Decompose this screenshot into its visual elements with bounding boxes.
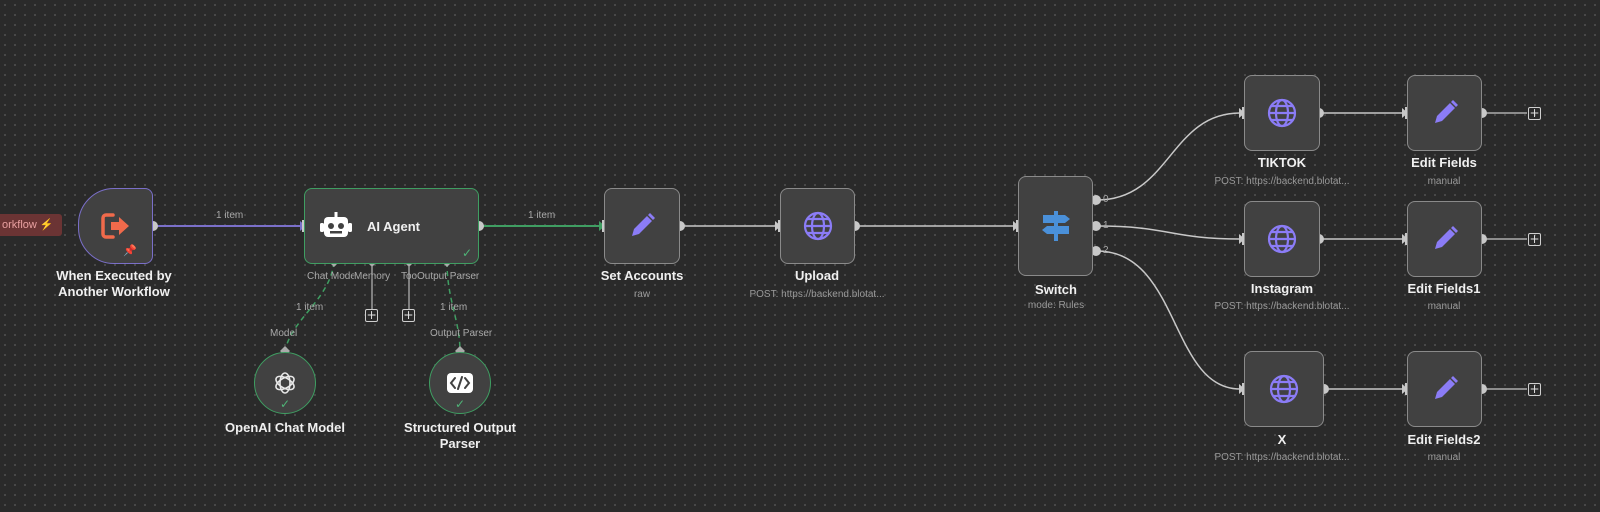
port-chat-model: Chat Model <box>307 271 354 282</box>
code-brackets-icon <box>447 373 473 393</box>
edit-fields2-subtitle: manual <box>1427 452 1461 463</box>
edit-fields-title: Edit Fields <box>1411 155 1477 170</box>
port-memory: Memory <box>354 271 391 282</box>
node-set-accounts[interactable] <box>604 188 680 264</box>
node-upload[interactable] <box>780 188 855 264</box>
port-tool: Tool <box>401 271 417 282</box>
set-accounts-title: Set Accounts <box>600 268 684 283</box>
instagram-title: Instagram <box>1250 281 1314 296</box>
upload-title: Upload <box>794 268 840 283</box>
pin-icon: 📌 <box>123 245 137 257</box>
edge-label: 1 item <box>440 302 468 313</box>
x-subtitle: POST: https://backend.blotat... <box>1214 452 1350 463</box>
edge-label: 1 item <box>528 210 556 221</box>
switch-output-0: 0 <box>1103 194 1109 205</box>
switch-output-2: 2 <box>1103 245 1109 256</box>
globe-icon <box>1267 224 1297 254</box>
globe-icon <box>1269 374 1299 404</box>
globe-icon <box>803 211 832 241</box>
agent-title: AI Agent <box>367 218 420 234</box>
edge-label: 1 item <box>216 210 244 221</box>
trigger-title: When Executed by Another Workflow <box>56 268 172 299</box>
tiktok-subtitle: POST: https://backend.blotat... <box>1214 176 1350 187</box>
add-node-button[interactable]: + <box>1528 383 1541 396</box>
node-instagram[interactable] <box>1244 201 1320 277</box>
pencil-icon <box>632 213 655 236</box>
node-structured-output-parser[interactable]: ✓ <box>429 352 491 414</box>
openai-icon <box>275 372 295 394</box>
parser-port-label: Output Parser <box>430 328 493 339</box>
node-switch[interactable] <box>1018 176 1093 276</box>
add-node-button[interactable]: + <box>1528 233 1541 246</box>
node-trigger[interactable]: 📌 <box>78 188 153 264</box>
success-check-icon: ✓ <box>280 397 291 411</box>
lightning-icon: ⚡ <box>39 219 54 231</box>
node-ai-agent[interactable]: AI Agent ✓ <box>304 188 479 264</box>
x-title: X <box>1277 432 1287 447</box>
robot-icon <box>320 212 352 237</box>
node-edit-fields2[interactable] <box>1407 351 1482 427</box>
success-check-icon: ✓ <box>455 397 466 411</box>
pencil-icon <box>1434 376 1458 399</box>
port-output-parser: Output Parser <box>417 271 480 282</box>
signpost-icon <box>1041 211 1070 241</box>
node-edit-fields[interactable] <box>1407 75 1482 151</box>
model-port-label: Model <box>270 328 298 339</box>
execute-workflow-tag[interactable]: orkflow ⚡ <box>0 214 62 236</box>
switch-subtitle: mode: Rules <box>1027 300 1085 311</box>
success-check-icon: ✓ <box>461 246 472 260</box>
edge-switch-x <box>1096 250 1241 390</box>
upload-subtitle: POST: https://backend.blotat... <box>749 289 885 300</box>
add-tool-button[interactable]: + <box>402 309 415 322</box>
edit-fields-subtitle: manual <box>1427 176 1461 187</box>
node-openai-chat-model[interactable]: ✓ <box>254 352 316 414</box>
set-accounts-subtitle: raw <box>633 289 651 300</box>
edit-fields2-title: Edit Fields2 <box>1407 432 1481 447</box>
node-tiktok[interactable] <box>1244 75 1320 151</box>
sign-out-arrow-icon <box>100 213 129 239</box>
switch-title: Switch <box>1035 282 1077 297</box>
edit-fields1-subtitle: manual <box>1427 301 1461 312</box>
add-node-button[interactable]: + <box>1528 107 1541 120</box>
pencil-icon <box>1434 100 1458 123</box>
instagram-subtitle: POST: https://backend.blotat... <box>1214 301 1350 312</box>
globe-icon <box>1267 98 1297 128</box>
node-edit-fields1[interactable] <box>1407 201 1482 277</box>
tiktok-title: TIKTOK <box>1257 155 1307 170</box>
node-x[interactable] <box>1244 351 1324 427</box>
parser-title: Structured Output Parser <box>404 420 516 451</box>
edge-switch-instagram <box>1096 225 1241 240</box>
openai-title: OpenAI Chat Model <box>225 420 345 435</box>
add-memory-button[interactable]: + <box>365 309 378 322</box>
edit-fields1-title: Edit Fields1 <box>1407 281 1481 296</box>
pencil-icon <box>1434 226 1458 249</box>
switch-output-1: 1 <box>1103 220 1109 231</box>
edge-label: 1 item <box>296 302 324 313</box>
